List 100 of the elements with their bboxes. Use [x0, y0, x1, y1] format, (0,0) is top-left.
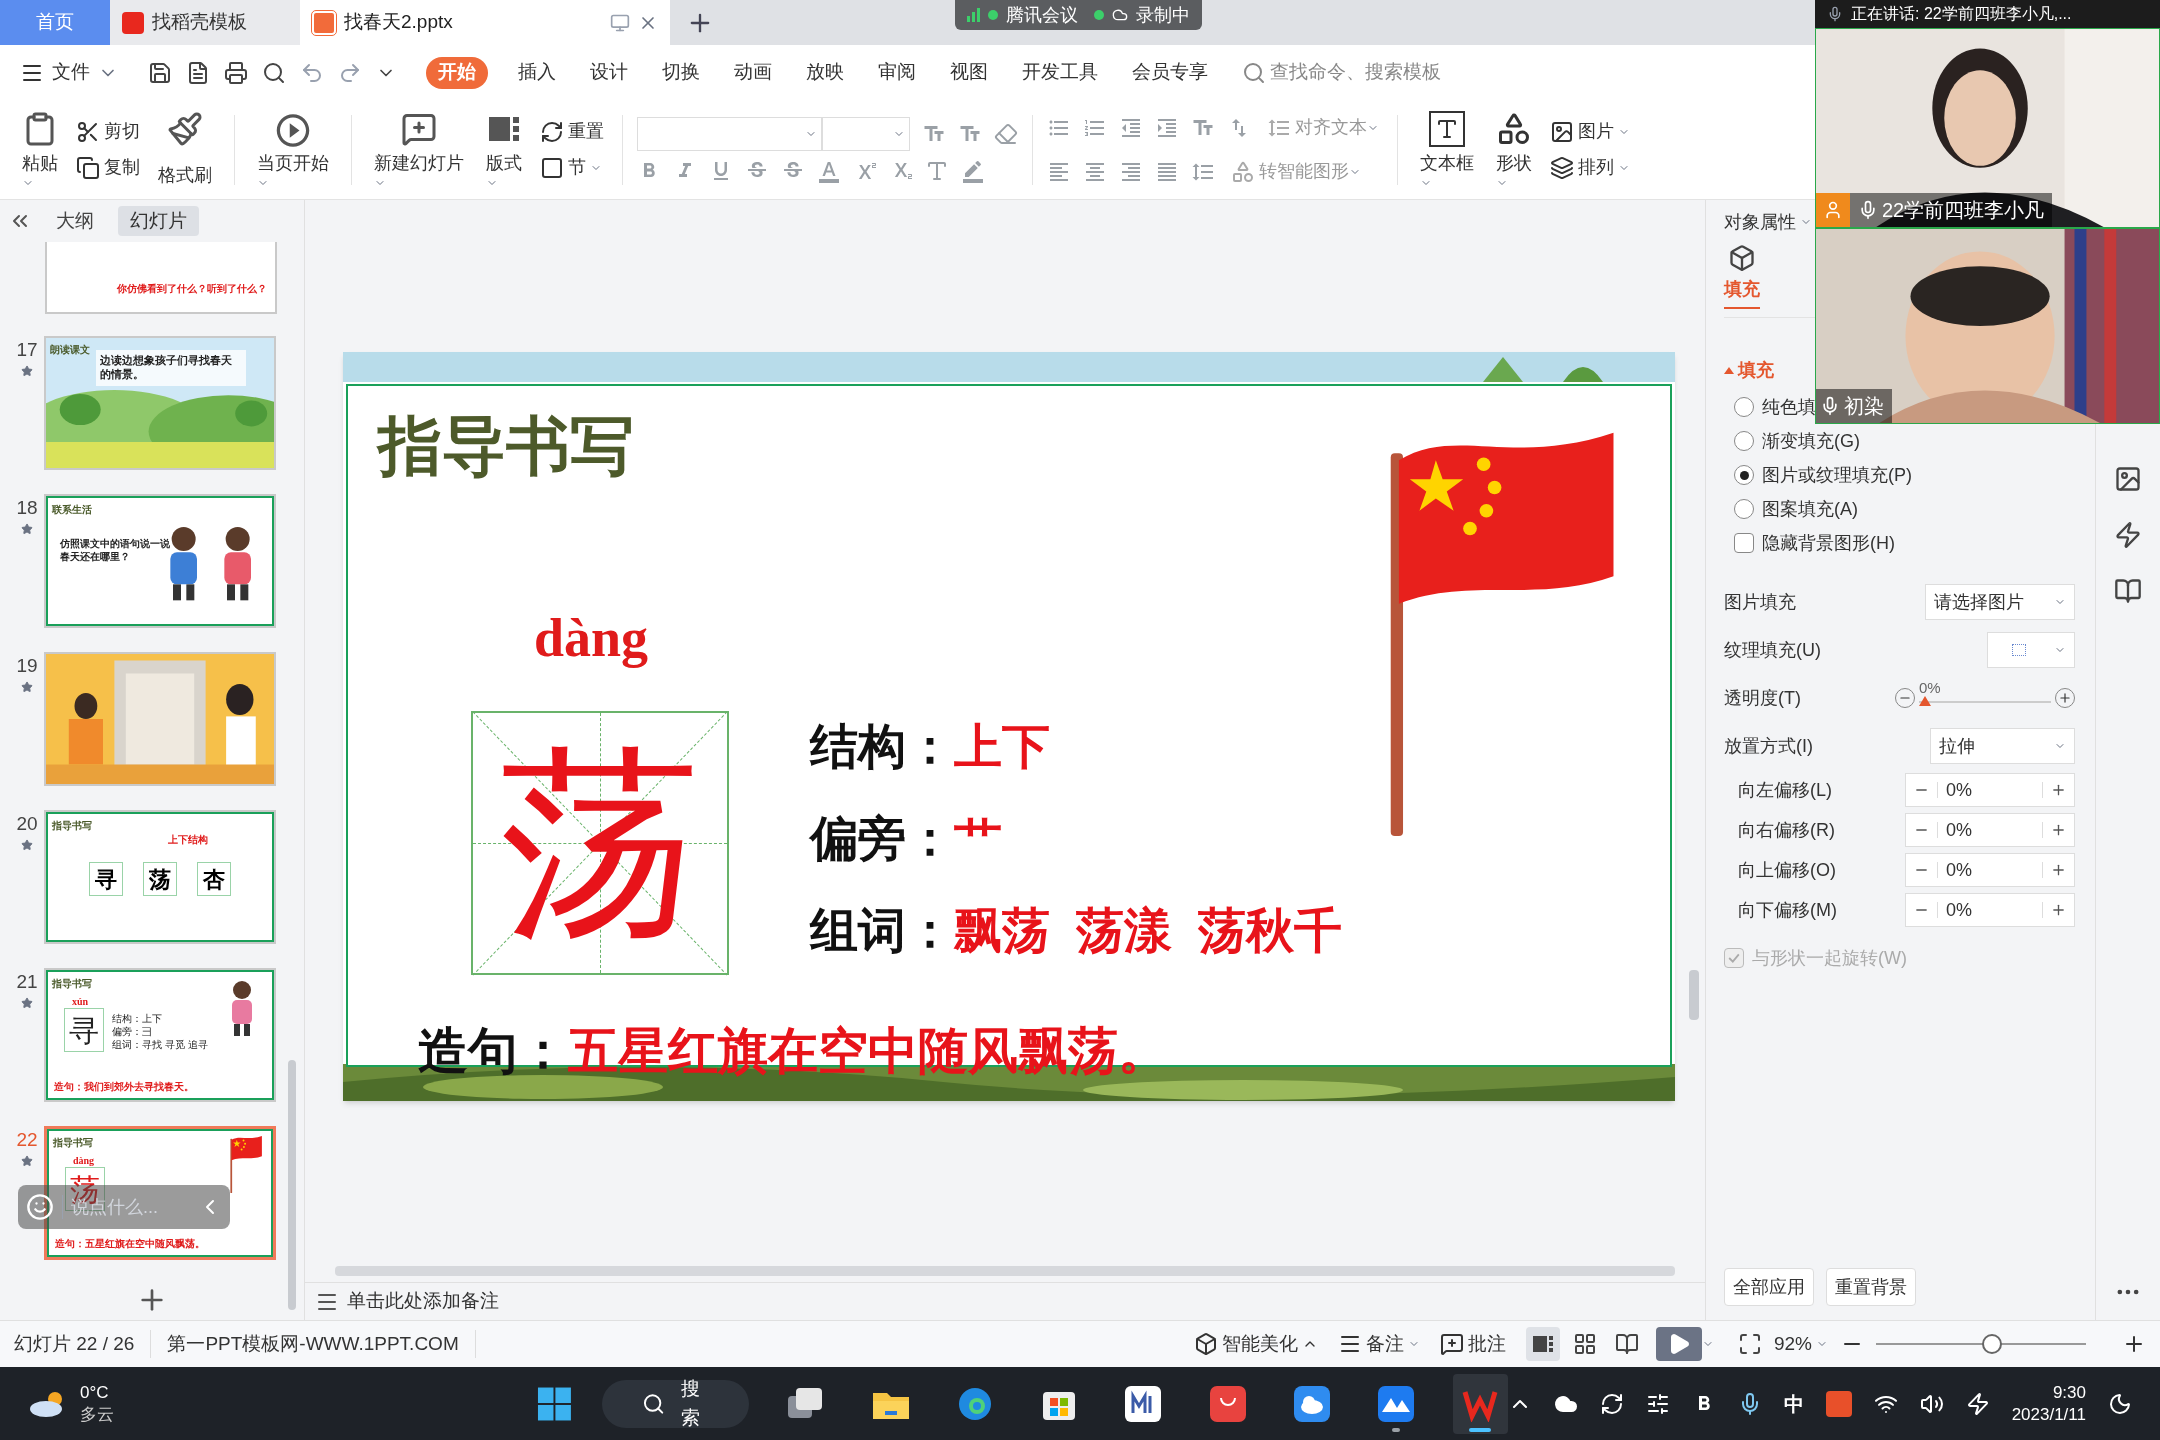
text-box-button[interactable]: 文本框: [1412, 106, 1482, 193]
ribbon-tab[interactable]: 视图: [946, 58, 992, 87]
participant-name: 初染: [1844, 394, 1884, 419]
document-tab[interactable]: 找稻壳模板: [110, 0, 300, 45]
picture-button[interactable]: 图片: [1546, 113, 1634, 150]
ribbon-tab[interactable]: 插入: [514, 58, 560, 87]
reset-button[interactable]: 重置: [536, 113, 608, 150]
export-icon[interactable]: [186, 60, 210, 85]
offset-stepper[interactable]: 0%: [1905, 893, 2075, 927]
clock[interactable]: 9:30 2023/1/11: [2011, 1382, 2086, 1425]
print-icon[interactable]: [224, 60, 248, 85]
ribbon-tab[interactable]: 动画: [730, 58, 776, 87]
shape-button[interactable]: 形状: [1488, 106, 1540, 193]
panel-tab[interactable]: 大纲: [44, 206, 106, 236]
slide-thumbnail[interactable]: 你仿佛看到了什么？听到了什么？: [45, 242, 277, 314]
ribbon-tab[interactable]: 设计: [586, 58, 632, 87]
comment-button[interactable]: 批注: [1431, 1329, 1514, 1359]
thumbnail-text: 造句：五星红旗在空中随风飘荡。: [55, 1237, 205, 1251]
sliders-icon[interactable]: [1645, 1391, 1670, 1416]
presentation-file-icon: [312, 10, 336, 35]
thumbnail-heading: 指导书写: [53, 1136, 93, 1150]
save-icon[interactable]: [148, 60, 172, 85]
taskbar-search[interactable]: 搜索: [601, 1379, 750, 1428]
offset-stepper[interactable]: 0%: [1905, 853, 2075, 887]
checkbox-option[interactable]: 隐藏背景图形(H): [1734, 528, 1895, 558]
slide-counter: 幻灯片 22 / 26: [14, 1329, 152, 1359]
cut-button[interactable]: 剪切: [72, 113, 144, 150]
start-icon[interactable]: [536, 1385, 572, 1422]
font-size-field[interactable]: [822, 116, 910, 151]
new-slide-button[interactable]: 新建幻灯片: [366, 106, 472, 193]
section-button[interactable]: 节: [536, 149, 608, 186]
play-button[interactable]: 当页开始: [249, 106, 337, 193]
task-view-icon[interactable]: [788, 1387, 825, 1420]
lightning-icon[interactable]: [2114, 521, 2142, 549]
placement-select[interactable]: 拉伸: [1930, 728, 2075, 764]
zoom-slider[interactable]: [1876, 1332, 2086, 1356]
cloud-icon[interactable]: [1293, 1385, 1330, 1422]
slide-thumbnail[interactable]: 联系生活 仿照课文中的语句说一说春天还在哪里？: [44, 494, 276, 628]
paste-button[interactable]: 粘贴: [14, 106, 66, 193]
file-menu[interactable]: 文件: [20, 58, 118, 87]
radio-option[interactable]: 图片或纹理填充(P): [1734, 460, 1912, 490]
panel-button[interactable]: 重置背景: [1826, 1268, 1916, 1306]
book-icon[interactable]: [2114, 577, 2142, 605]
app-icon[interactable]: [1378, 1385, 1415, 1422]
slide-number: 17: [16, 338, 38, 362]
fit-window-icon[interactable]: [1737, 1332, 1762, 1356]
notes-placeholder[interactable]: 单击此处添加备注: [347, 1287, 499, 1316]
radio-option[interactable]: 纯色填: [1734, 392, 1816, 422]
paintbrush-icon: [167, 110, 203, 147]
picture-select[interactable]: 请选择图片: [1925, 584, 2075, 620]
search-icon: [641, 1391, 665, 1416]
view-button[interactable]: [1525, 1327, 1560, 1361]
clear-format-icon[interactable]: [994, 121, 1018, 146]
image-icon[interactable]: [2114, 465, 2142, 493]
power-icon[interactable]: [1965, 1391, 1990, 1416]
slide-thumbnail[interactable]: 指导书写 xún 寻 结构：上下 偏旁：彐 组词：寻找 寻觅 追寻 造句：我们到郊外去寻找春天。: [44, 968, 276, 1102]
zoom-select[interactable]: 92%: [1761, 1329, 1840, 1359]
input-method-indicator[interactable]: 中: [1783, 1388, 1804, 1419]
offset-stepper[interactable]: 0%: [1905, 813, 2075, 847]
font-name-field[interactable]: [637, 116, 822, 151]
app-icon[interactable]: [1125, 1385, 1162, 1422]
checkmark-icon: [1728, 952, 1740, 964]
layout-button[interactable]: 版式: [478, 106, 530, 193]
format-painter-button[interactable]: 格式刷: [150, 106, 220, 193]
shop-icon[interactable]: [1209, 1385, 1246, 1422]
panel-tab[interactable]: 幻灯片: [118, 206, 199, 236]
sync-icon[interactable]: [1599, 1391, 1624, 1416]
browser-icon[interactable]: [956, 1385, 993, 1422]
microphone-icon: [1858, 200, 1878, 220]
radio-option[interactable]: 渐变填充(G): [1734, 426, 1860, 456]
field-label: 结构：: [810, 719, 954, 775]
arrange-button[interactable]: 排列: [1546, 149, 1634, 186]
document-tab[interactable]: 找春天2.pptx: [300, 0, 670, 45]
ribbon-tab[interactable]: 放映: [802, 58, 848, 87]
offset-stepper[interactable]: 0%: [1905, 773, 2075, 807]
slide-thumbnail[interactable]: 指导书写 上下结构 寻 荡 杏: [44, 810, 276, 944]
copy-button[interactable]: 复制: [72, 149, 144, 186]
command-search-field[interactable]: 查找命令、搜索模板: [1242, 58, 1441, 87]
ribbon-tab[interactable]: 开发工具: [1018, 58, 1102, 87]
meeting-app-name: 腾讯会议: [1006, 3, 1078, 27]
ribbon-tab[interactable]: 会员专享: [1128, 58, 1212, 87]
ribbon-tab[interactable]: 审阅: [874, 58, 920, 87]
expand-triangle-icon: [1724, 366, 1734, 374]
ribbon-tab[interactable]: 切换: [658, 58, 704, 87]
field-value: 艹: [954, 811, 1002, 867]
star-icon: [21, 996, 33, 1009]
preview-icon[interactable]: [262, 60, 286, 85]
thumbnail-text: 仿照课文中的语句说一说春天还在哪里？: [60, 538, 170, 563]
pinyin-text: xún: [72, 995, 89, 1009]
slide-thumbnail[interactable]: 朗读课文 边读边想象孩子们寻找春天的情景。: [44, 336, 276, 470]
slideshow-button[interactable]: [1655, 1327, 1702, 1361]
radio-option[interactable]: 图案填充(A): [1734, 494, 1858, 524]
thumbnail-text: 组词：寻找 寻觅 追寻: [112, 1038, 208, 1051]
beautify-button[interactable]: 智能美化: [1185, 1329, 1326, 1359]
notes-button[interactable]: 备注: [1325, 1329, 1432, 1359]
thumbnail-text: 偏旁：彐: [112, 1025, 153, 1038]
highlighter-icon[interactable]: [961, 158, 985, 183]
panel-button[interactable]: 全部应用: [1724, 1268, 1814, 1306]
focus-icon[interactable]: [2108, 1391, 2132, 1416]
texture-icon: [2012, 644, 2026, 656]
